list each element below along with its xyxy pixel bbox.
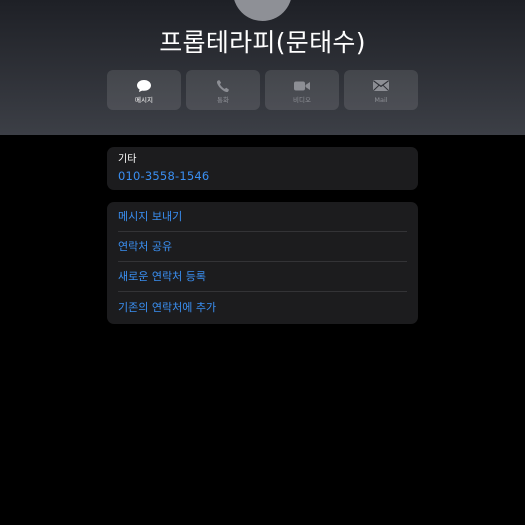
video-action-button[interactable]: 비디오 (265, 70, 339, 110)
phone-label: 기타 (118, 154, 137, 165)
create-new-contact-option[interactable]: 새로운 연락처 등록 (118, 262, 407, 292)
message-bubble-icon (135, 79, 153, 93)
contact-screen: 프롭테라피(문태수) 메시지 통화 비디오 Mail 기타 010-3558-1… (0, 0, 525, 525)
video-camera-icon (293, 79, 311, 93)
mail-action-button[interactable]: Mail (344, 70, 418, 110)
call-action-label: 통화 (217, 95, 229, 104)
action-bar: 메시지 통화 비디오 Mail (107, 70, 418, 110)
phone-number-link[interactable]: 010-3558-1546 (118, 169, 209, 184)
video-action-label: 비디오 (293, 95, 311, 104)
call-action-button[interactable]: 통화 (186, 70, 260, 110)
envelope-icon (372, 79, 390, 93)
mail-action-label: Mail (374, 95, 388, 104)
avatar (233, 0, 292, 21)
message-action-button[interactable]: 메시지 (107, 70, 181, 110)
contact-name: 프롭테라피(문태수) (159, 28, 366, 57)
contact-options-card: 메시지 보내기 연락처 공유 새로운 연락처 등록 기존의 연락처에 추가 (107, 202, 418, 324)
share-contact-option[interactable]: 연락처 공유 (118, 232, 407, 262)
phone-icon (214, 79, 232, 93)
send-message-option[interactable]: 메시지 보내기 (118, 202, 407, 232)
phone-number-card[interactable]: 기타 010-3558-1546 (107, 147, 418, 190)
contact-header: 프롭테라피(문태수) 메시지 통화 비디오 Mail (0, 0, 525, 135)
add-to-existing-contact-option[interactable]: 기존의 연락처에 추가 (118, 293, 407, 323)
message-action-label: 메시지 (135, 95, 153, 104)
